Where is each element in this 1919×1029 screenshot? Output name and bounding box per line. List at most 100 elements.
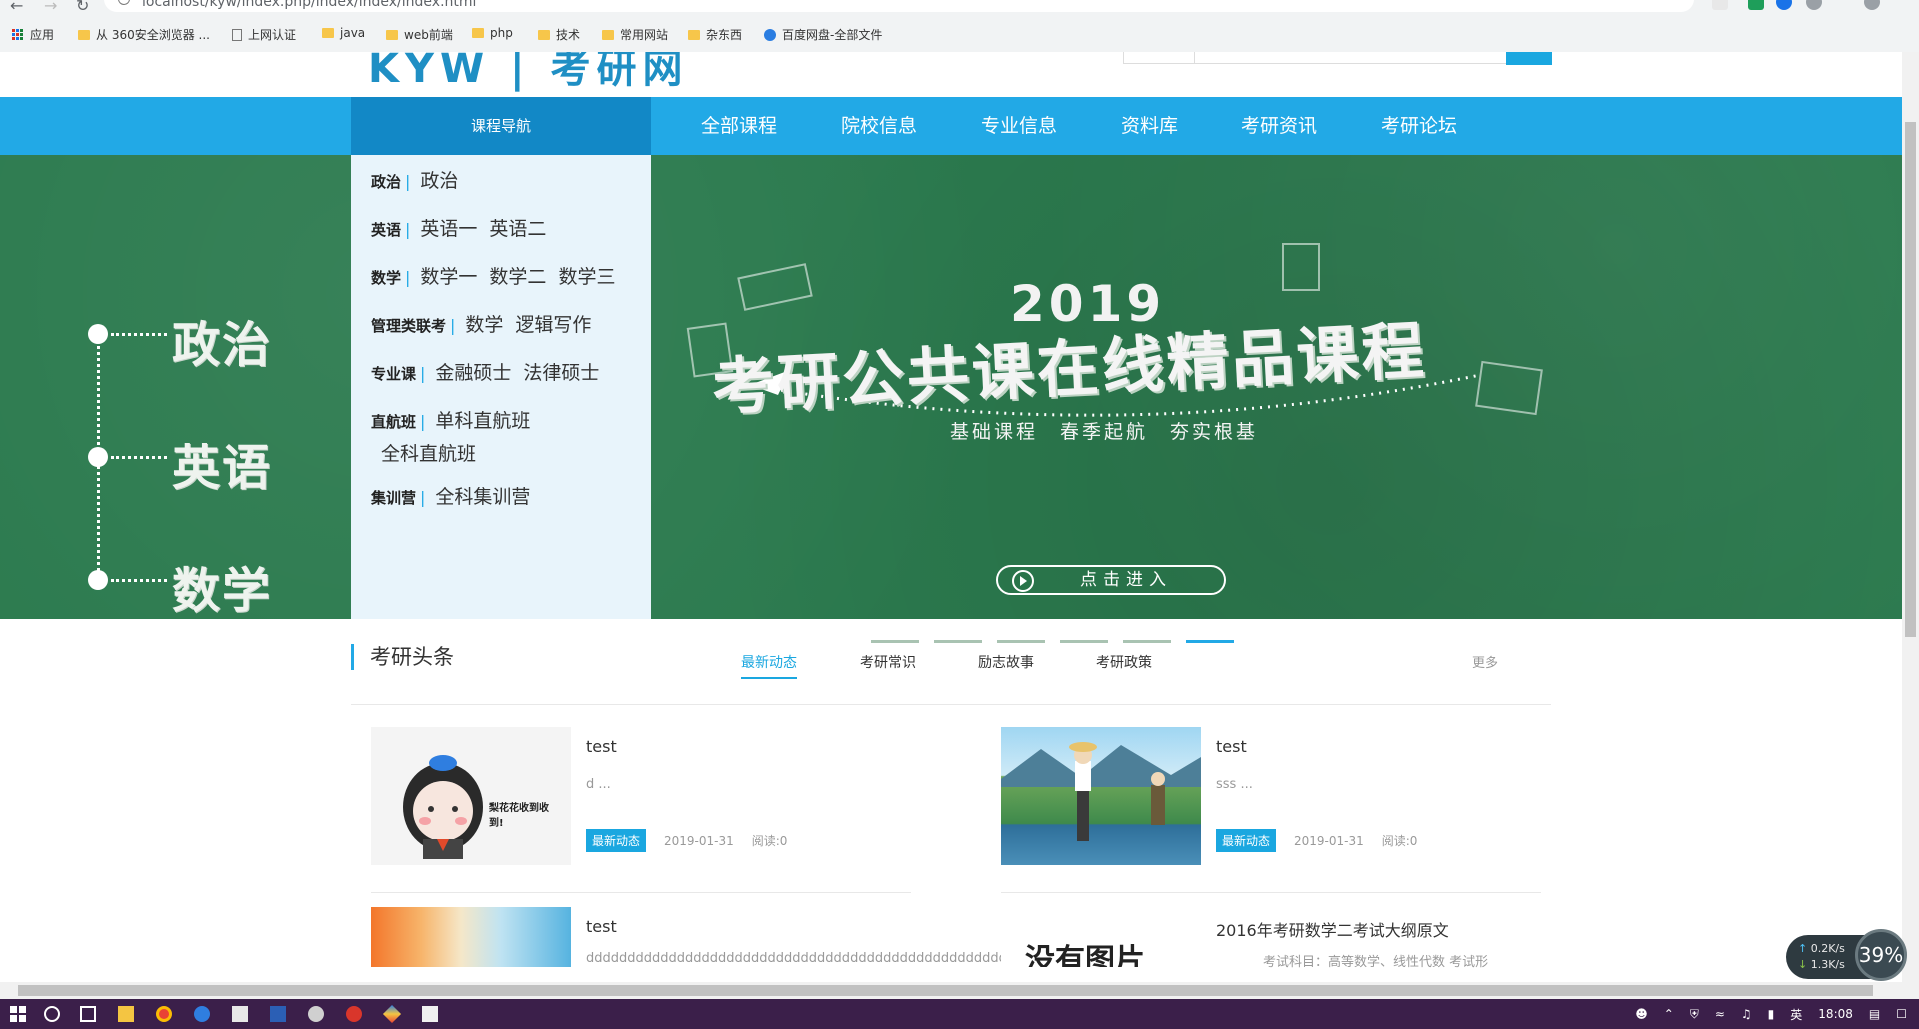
course-link[interactable]: 逻辑写作 <box>515 314 591 336</box>
scrollbar-thumb[interactable] <box>18 985 1873 996</box>
forward-icon[interactable]: → <box>44 0 57 15</box>
extension-icon[interactable] <box>1806 0 1822 10</box>
news-thumbnail[interactable] <box>371 907 571 967</box>
address-bar[interactable]: localhost/kyw/index.php/index/index/inde… <box>104 0 1694 12</box>
notepad-icon[interactable] <box>422 1006 438 1022</box>
course-link[interactable]: 数学一 <box>420 266 477 288</box>
nav-link-news[interactable]: 考研资讯 <box>1241 97 1317 155</box>
enter-button[interactable]: 点击进入 <box>996 565 1226 595</box>
notification-icon[interactable]: ☐ <box>1896 1007 1907 1021</box>
course-link[interactable]: 数学 <box>465 314 503 336</box>
news-meta: 最新动态 2019-01-31 阅读:0 <box>586 829 787 852</box>
scrollbar-thumb[interactable] <box>1905 122 1916 637</box>
nav-link-all-courses[interactable]: 全部课程 <box>701 97 777 155</box>
app-icon[interactable] <box>382 1004 402 1024</box>
category-separator: | <box>405 172 411 191</box>
news-title[interactable]: 2016年考研数学二考试大纲原文 <box>1216 917 1449 941</box>
battery-icon[interactable]: ▮ <box>1768 1007 1775 1021</box>
course-link[interactable]: 单科直航班 <box>435 410 530 432</box>
system-tray: ☻ ⌃ ⛨ ≈ ♫ ▮ 英 18:08 ▤ ☐ <box>1635 999 1907 1029</box>
folder-icon <box>688 29 700 40</box>
news-title[interactable]: test <box>586 737 617 756</box>
news-excerpt: dddddddddddddddddddddddddddddddddddddddd… <box>586 951 1049 966</box>
netease-music-icon[interactable] <box>346 1006 362 1022</box>
chevron-up-icon[interactable]: ⌃ <box>1664 1007 1674 1021</box>
shield-icon[interactable]: ⛨ <box>1690 1007 1699 1022</box>
bookmark-item[interactable]: 百度网盘-全部文件 <box>764 26 882 43</box>
people-icon[interactable]: ☻ <box>1635 1007 1648 1021</box>
course-link[interactable]: 法律硕士 <box>523 362 599 384</box>
download-arrow-icon: ↓ <box>1798 958 1808 971</box>
wifi-icon[interactable]: ≈ <box>1715 1007 1725 1021</box>
search-button[interactable] <box>1506 52 1552 65</box>
nav-link-forum[interactable]: 考研论坛 <box>1381 97 1457 155</box>
windows-taskbar: ☻ ⌃ ⛨ ≈ ♫ ▮ 英 18:08 ▤ ☐ <box>0 999 1919 1029</box>
back-icon[interactable]: ← <box>10 0 23 15</box>
search-divider <box>1194 52 1195 64</box>
news-thumbnail[interactable]: 梨花花收到收到! <box>371 727 571 865</box>
bookmark-folder[interactable]: 杂东西 <box>688 26 742 43</box>
course-link[interactable]: 数学二 <box>489 266 546 288</box>
bookmark-folder[interactable]: php <box>472 26 513 40</box>
course-link[interactable]: 英语二 <box>489 218 546 240</box>
edge-icon[interactable] <box>194 1006 210 1022</box>
category-tag[interactable]: 最新动态 <box>586 829 647 852</box>
profile-avatar-icon[interactable] <box>1864 0 1880 10</box>
windows-start-icon[interactable] <box>10 1006 26 1022</box>
clock[interactable]: 18:08 <box>1818 1007 1853 1021</box>
hero-banner[interactable]: 政治 英语 数学 政治 | 政治 英语 | 英语一 英语二 数学 | 数学一 数学二 数学三 管理… <box>0 155 1902 643</box>
extension-icon[interactable] <box>1776 0 1792 10</box>
store-icon[interactable] <box>232 1006 248 1022</box>
app-icon[interactable] <box>308 1006 324 1022</box>
bookmark-folder[interactable]: java <box>322 26 365 40</box>
news-excerpt: d ... <box>586 777 611 792</box>
site-logo[interactable]: KYW | 考研网 <box>368 52 689 94</box>
course-link[interactable]: 英语一 <box>420 218 477 240</box>
task-view-icon[interactable] <box>80 1006 96 1022</box>
news-thumbnail[interactable]: 没有图片 <box>1001 907 1201 967</box>
course-link[interactable]: 政治 <box>420 170 458 192</box>
course-link[interactable]: 全科直航班 <box>381 443 476 465</box>
news-thumbnail[interactable] <box>1001 727 1201 865</box>
bookmark-folder[interactable]: 从 360安全浏览器 ... <box>78 26 210 43</box>
bookmark-star-icon[interactable] <box>1712 0 1728 10</box>
nav-link-library[interactable]: 资料库 <box>1121 97 1178 155</box>
chrome-icon[interactable] <box>156 1006 172 1022</box>
bookmark-folder[interactable]: 常用网站 <box>602 26 668 43</box>
tab-stories[interactable]: 励志故事 <box>978 652 1034 672</box>
tab-knowledge[interactable]: 考研常识 <box>860 652 916 672</box>
bookmark-folder[interactable]: 技术 <box>538 26 580 43</box>
reload-icon[interactable]: ↻ <box>76 0 89 15</box>
bookmark-folder[interactable]: web前端 <box>386 26 453 43</box>
input-mode-icon[interactable]: ▤ <box>1869 1007 1880 1021</box>
course-link[interactable]: 金融硕士 <box>435 362 511 384</box>
nav-link-schools[interactable]: 院校信息 <box>841 97 917 155</box>
vertical-scrollbar[interactable] <box>1902 52 1919 982</box>
ime-indicator[interactable]: 英 <box>1790 1006 1802 1023</box>
search-icon[interactable] <box>44 1006 60 1022</box>
network-speed-widget[interactable]: ↑ 0.2K/s ↓ 1.3K/s 39% <box>1786 929 1907 981</box>
word-icon[interactable] <box>270 1006 286 1022</box>
search-box[interactable] <box>1123 52 1551 64</box>
course-link[interactable]: 数学三 <box>558 266 615 288</box>
extension-icon[interactable] <box>1748 0 1764 10</box>
news-title[interactable]: test <box>1216 737 1247 756</box>
news-title[interactable]: test <box>586 917 617 936</box>
info-icon[interactable] <box>118 0 130 5</box>
tab-policy[interactable]: 考研政策 <box>1096 652 1152 672</box>
bookmark-apps[interactable]: 应用 <box>12 26 54 43</box>
cartoon-girl-image <box>403 755 483 859</box>
bookmark-item[interactable]: 上网认证 <box>232 26 296 43</box>
nav-link-majors[interactable]: 专业信息 <box>981 97 1057 155</box>
news-reads: 阅读:0 <box>1381 834 1418 848</box>
course-nav-title[interactable]: 课程导航 <box>351 97 651 155</box>
calculator-doodle-icon <box>1282 243 1320 291</box>
divider <box>371 892 911 893</box>
more-link[interactable]: 更多 <box>1472 652 1498 671</box>
file-explorer-icon[interactable] <box>118 1006 134 1022</box>
tab-latest[interactable]: 最新动态 <box>741 652 797 679</box>
category-tag[interactable]: 最新动态 <box>1216 829 1277 852</box>
horizontal-scrollbar[interactable] <box>0 982 1919 999</box>
course-link[interactable]: 全科集训营 <box>435 486 530 508</box>
volume-icon[interactable]: ♫ <box>1741 1007 1752 1021</box>
